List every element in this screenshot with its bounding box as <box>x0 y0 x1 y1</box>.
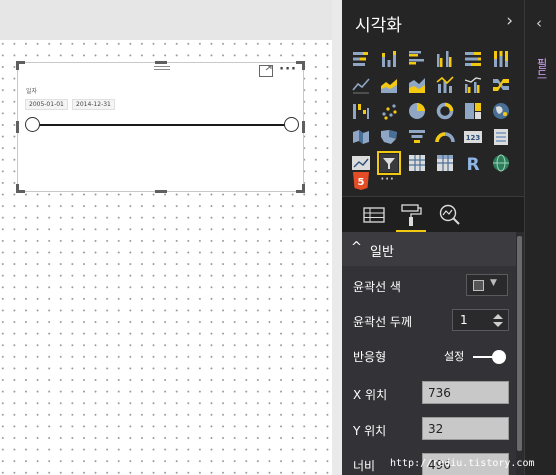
properties-scrollbar[interactable] <box>516 232 524 475</box>
svg-text:R: R <box>466 155 479 174</box>
resize-handle-bottom-right[interactable] <box>296 184 305 193</box>
svg-text:5: 5 <box>358 177 365 188</box>
drag-grip-icon[interactable] <box>154 66 170 74</box>
general-section-title: 일반 <box>370 245 394 260</box>
funnel-icon[interactable] <box>406 126 428 148</box>
line-chart-icon[interactable] <box>350 74 372 96</box>
fields-pane-label[interactable]: 필드 <box>533 58 549 80</box>
stacked-column-chart-icon[interactable] <box>378 48 400 70</box>
resize-handle-top-left[interactable] <box>16 61 25 70</box>
date-range-track[interactable] <box>33 124 292 126</box>
toggle-knob <box>492 350 506 364</box>
card-icon[interactable]: 123 <box>462 126 484 148</box>
start-date-input[interactable]: 2005-01-01 <box>25 99 68 110</box>
end-date-input[interactable]: 2014-12-31 <box>72 99 115 110</box>
waterfall-chart-icon[interactable] <box>350 100 372 122</box>
analytics-tab-icon[interactable] <box>435 201 465 229</box>
clustered-column-chart-icon[interactable] <box>434 48 456 70</box>
chevron-up-icon[interactable]: ^ <box>351 240 362 255</box>
visualizations-pane: 시각화 › 123 R 5 ··· ^ 일반 윤곽선 색 ▼ 윤곽선 두께 1 … <box>342 0 524 475</box>
format-tab-icon[interactable] <box>396 201 426 229</box>
format-properties: ^ 일반 윤곽선 색 ▼ 윤곽선 두께 1 반응형 설정 X 위치 736 Y … <box>342 232 524 475</box>
r-script-visual-icon[interactable]: R <box>462 152 484 174</box>
outline-color-picker[interactable]: ▼ <box>466 274 508 296</box>
100-stacked-column-chart-icon[interactable] <box>490 48 512 70</box>
scrollbar-thumb[interactable] <box>517 236 522 451</box>
line-and-clustered-column-icon[interactable] <box>462 74 484 96</box>
decrement-icon[interactable] <box>493 322 503 327</box>
date-slicer-visual[interactable]: ··· 일자 2005-01-01 2014-12-31 <box>16 61 305 193</box>
multi-row-card-icon[interactable] <box>490 126 512 148</box>
x-position-input[interactable]: 736 <box>422 381 509 404</box>
clustered-bar-chart-icon[interactable] <box>406 48 428 70</box>
area-chart-icon[interactable] <box>378 74 400 96</box>
globe-map-icon[interactable] <box>490 152 512 174</box>
general-section-header[interactable]: ^ 일반 <box>342 232 516 266</box>
fields-pane: ‹ 필드 <box>524 0 556 475</box>
report-canvas: ··· 일자 2005-01-01 2014-12-31 <box>0 0 342 475</box>
outline-color-swatch <box>473 280 484 291</box>
matrix-icon[interactable] <box>434 152 456 174</box>
resize-handle-bottom[interactable] <box>155 190 167 193</box>
filled-map-icon[interactable] <box>350 126 372 148</box>
stacked-bar-chart-icon[interactable] <box>350 48 372 70</box>
range-start-handle[interactable] <box>25 117 40 132</box>
responsive-label: 반응형 <box>353 350 387 364</box>
resize-handle-top[interactable] <box>155 61 167 64</box>
scatter-chart-icon[interactable] <box>378 100 400 122</box>
gauge-icon[interactable] <box>434 126 456 148</box>
collapse-pane-icon[interactable]: › <box>506 11 513 31</box>
chevron-down-icon: ▼ <box>490 278 497 288</box>
slicer-field-label: 일자 <box>26 88 38 95</box>
resize-handle-top-right[interactable] <box>296 61 305 70</box>
resize-handle-left[interactable] <box>16 121 19 133</box>
shape-map-icon[interactable] <box>378 126 400 148</box>
canvas-gutter <box>332 0 342 475</box>
increment-icon[interactable] <box>493 314 503 319</box>
resize-handle-right[interactable] <box>302 121 305 133</box>
responsive-toggle-state: 설정 <box>444 350 465 363</box>
focus-mode-icon[interactable] <box>259 65 273 77</box>
outline-width-stepper[interactable]: 1 <box>452 309 509 331</box>
range-end-handle[interactable] <box>284 117 299 132</box>
more-options-icon[interactable]: ··· <box>279 62 297 77</box>
pie-chart-icon[interactable] <box>406 100 428 122</box>
watermark-text: http://rediu.tistory.com <box>390 458 535 469</box>
more-visuals-icon[interactable]: ··· <box>380 170 402 192</box>
responsive-toggle[interactable] <box>473 350 506 364</box>
pane-header: 시각화 › <box>342 0 524 44</box>
map-icon[interactable] <box>490 100 512 122</box>
x-position-label: X 위치 <box>353 388 388 402</box>
pane-tabs <box>342 196 524 233</box>
ribbon-chart-icon[interactable] <box>490 74 512 96</box>
outline-width-label: 윤곽선 두께 <box>353 315 413 329</box>
table-icon[interactable] <box>406 152 428 174</box>
fields-tab-icon[interactable] <box>359 201 389 229</box>
width-label: 너비 <box>353 459 376 473</box>
treemap-icon[interactable] <box>462 100 484 122</box>
stacked-area-chart-icon[interactable] <box>406 74 428 96</box>
expand-fields-pane-icon[interactable]: ‹ <box>536 14 542 32</box>
resize-handle-bottom-left[interactable] <box>16 184 25 193</box>
line-and-stacked-column-icon[interactable] <box>434 74 456 96</box>
outline-width-value: 1 <box>460 313 468 327</box>
y-position-label: Y 위치 <box>353 424 387 438</box>
100-stacked-bar-chart-icon[interactable] <box>462 48 484 70</box>
donut-chart-icon[interactable] <box>434 100 456 122</box>
html5-visual-icon[interactable]: 5 <box>350 170 372 192</box>
svg-text:123: 123 <box>466 134 481 142</box>
pane-title: 시각화 <box>355 16 402 36</box>
y-position-input[interactable]: 32 <box>422 417 509 440</box>
outline-color-label: 윤곽선 색 <box>353 280 401 294</box>
